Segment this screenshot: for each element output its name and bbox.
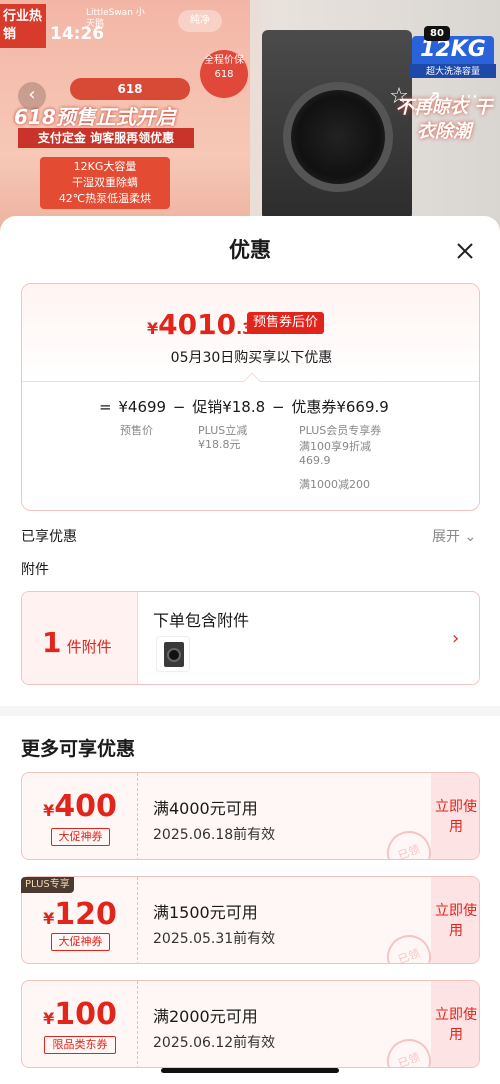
feature-item: 12KG大容量	[73, 160, 137, 173]
minus-sign: −	[271, 398, 285, 416]
promo-detail: PLUS立减 ¥18.8元	[198, 424, 248, 451]
attachment-count-number: 1	[42, 626, 62, 659]
coupon-value: 120	[54, 897, 117, 932]
equals-sign: =	[99, 398, 112, 416]
coupon-card: ¥120 大促神券 满1500元可用 2025.05.31前有效 已领 立即使用	[21, 876, 480, 964]
coupon-kind-badge: 大促神券	[51, 828, 110, 846]
minus-sign: −	[172, 398, 186, 416]
claimed-stamp: 已领	[380, 1032, 438, 1067]
banner-features: 12KG大容量 干湿双重除螨 42℃热泵低温柔烘	[40, 157, 170, 209]
home-indicator[interactable]	[161, 1068, 339, 1073]
coupon-condition: 满2000元可用	[153, 1007, 258, 1026]
price-tag: 预售券后价	[247, 312, 325, 334]
coupon-card: ¥400 大促神券 满4000元可用 2025.06.18前有效 已领 立即使用	[21, 772, 480, 860]
coupon-expiry: 2025.05.31前有效	[153, 931, 276, 947]
coupon-currency: ¥	[43, 909, 55, 928]
status-time: 14:26	[50, 24, 105, 44]
expand-label: 展开	[432, 529, 460, 545]
attachment-thumbnail	[156, 636, 190, 672]
more-icon[interactable]: ⋯	[456, 84, 482, 110]
sheet-title: 优惠	[229, 238, 271, 262]
coupon-discount: 优惠券¥669.9	[291, 398, 389, 416]
chevron-down-icon: ⌄	[464, 529, 477, 545]
plus-exclusive-tag: PLUS专享	[21, 877, 74, 893]
coupon-currency: ¥	[43, 801, 55, 820]
washer-thumb-door	[167, 648, 181, 662]
coupon-card: ¥100 限品类东券 满2000元可用 2025.06.12前有效 已领 立即使…	[21, 980, 480, 1068]
capacity-subtitle: 超大洗涤容量	[410, 64, 496, 78]
hot-sale-tag: 行业热销	[0, 4, 46, 48]
enjoyed-discounts-label: 已享优惠	[21, 529, 77, 545]
coupon-amount: ¥120	[22, 897, 138, 932]
washer-drum	[283, 82, 393, 192]
coupon-amount: ¥400	[22, 789, 138, 824]
feature-item: 干湿双重除螨	[72, 176, 138, 189]
purchase-date-line: 05月30日购买享以下优惠	[170, 350, 333, 366]
brand-badge: 纯净	[178, 10, 222, 32]
attachment-label: 附件	[21, 562, 49, 578]
use-coupon-button[interactable]: 立即使用	[431, 773, 479, 859]
coupon-value: 100	[54, 997, 117, 1032]
feature-item: 42℃热泵低温柔烘	[58, 192, 152, 205]
price-guarantee-badge: 全程价保 618	[200, 50, 248, 98]
coupon-kind-badge: 大促神券	[51, 933, 110, 951]
attachment-count-unit: 件附件	[66, 638, 112, 656]
base-price: ¥4699	[118, 398, 167, 416]
expand-toggle[interactable]: 展开 ⌄	[432, 526, 476, 546]
coupon-amount: ¥100	[22, 997, 138, 1032]
coupon-expiry: 2025.06.12前有效	[153, 1035, 276, 1051]
final-price-integer: 4010	[158, 308, 237, 341]
final-price: ¥4010.3	[147, 308, 253, 341]
use-coupon-button[interactable]: 立即使用	[431, 981, 479, 1067]
claimed-stamp: 已领	[380, 824, 438, 859]
close-icon[interactable]	[450, 236, 480, 266]
promo-discount: 促销¥18.8	[192, 398, 266, 416]
banner-subline: 支付定金 询客服再领优惠	[18, 128, 194, 148]
coupon-kind-badge: 限品类东券	[44, 1036, 116, 1054]
final-price-currency: ¥	[147, 319, 159, 338]
favorite-icon[interactable]: ☆	[386, 84, 412, 110]
promo-618-badge: 618	[70, 78, 190, 100]
attachment-count: 1 件附件	[42, 626, 112, 659]
coupon-currency: ¥	[43, 1009, 55, 1028]
coupon-condition: 满1500元可用	[153, 903, 258, 922]
attachment-card[interactable]: 1 件附件 下单包含附件 ›	[21, 591, 480, 685]
discount-sheet: 优惠 ¥4010.3 预售券后价 05月30日购买享以下优惠 = ¥4699 −…	[0, 216, 500, 1084]
attachment-title: 下单包含附件	[153, 611, 250, 630]
price-formula: = ¥4699 − 促销¥18.8 − 优惠券¥669.9	[99, 396, 391, 417]
more-discounts-title: 更多可享优惠	[21, 738, 136, 760]
back-icon[interactable]: ‹	[18, 82, 46, 110]
share-icon[interactable]: ⇗	[420, 84, 446, 110]
claimed-stamp: 已领	[380, 928, 438, 963]
price-breakdown-card: ¥4010.3 预售券后价 05月30日购买享以下优惠 = ¥4699 − 促销…	[21, 283, 480, 511]
coupon-condition: 满4000元可用	[153, 799, 258, 818]
chevron-right-icon[interactable]: ›	[452, 628, 459, 649]
section-gap	[0, 706, 500, 716]
base-price-label: 预售价	[120, 424, 153, 437]
coupon-detail-3: 满1000减200	[299, 478, 370, 491]
coupon-value: 400	[54, 789, 117, 824]
coupon-detail-2: 满100享9折减 469.9	[299, 440, 371, 467]
use-coupon-button[interactable]: 立即使用	[431, 877, 479, 963]
coupon-expiry: 2025.06.18前有效	[153, 827, 276, 843]
coupon-detail-1: PLUS会员专享券	[299, 424, 382, 437]
battery-icon: 80	[424, 26, 450, 41]
